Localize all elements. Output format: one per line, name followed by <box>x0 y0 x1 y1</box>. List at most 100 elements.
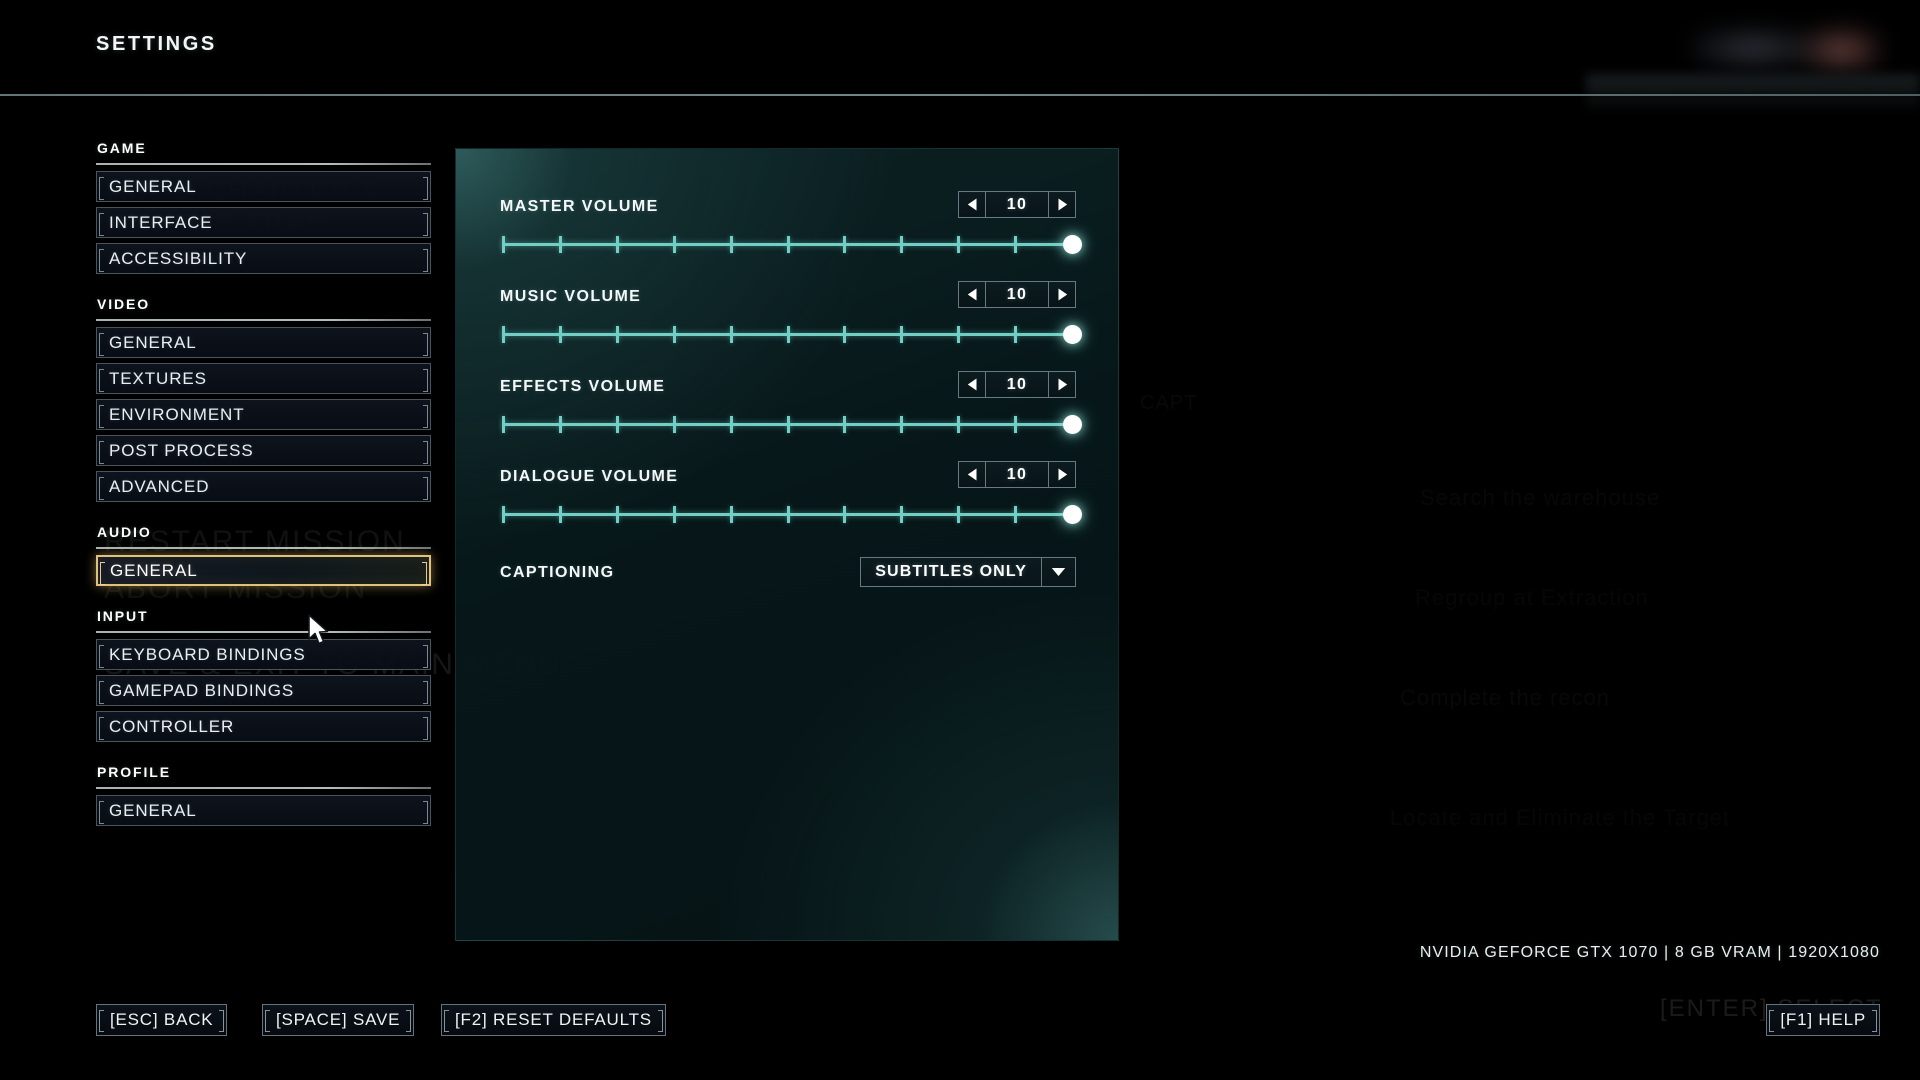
sidebar-item-video-textures[interactable]: TEXTURES <box>96 363 431 394</box>
slider-track[interactable] <box>500 321 1082 347</box>
captioning-row: CAPTIONING SUBTITLES ONLY <box>500 557 1076 589</box>
sidebar-group-audio: AUDIO GENERAL <box>96 524 431 586</box>
slider-tick <box>900 236 904 253</box>
footer-button-label: [ESC] BACK <box>110 1010 214 1029</box>
sidebar-item-label: GAMEPAD BINDINGS <box>109 680 295 700</box>
value-stepper: 10 <box>958 281 1076 308</box>
ghost-objective-4: Regroup at Extraction <box>1415 585 1649 611</box>
sidebar-group-divider <box>96 631 431 633</box>
slider-tick <box>729 326 733 343</box>
slider-tick <box>1014 236 1018 253</box>
ghost-objective-2: Complete the recon <box>1400 685 1610 711</box>
sidebar-item-label: ENVIRONMENT <box>109 404 245 424</box>
sidebar-item-game-general[interactable]: GENERAL <box>96 171 431 202</box>
slider-knob[interactable] <box>1063 415 1082 434</box>
sidebar-group-label: VIDEO <box>97 296 151 312</box>
footer-button-space-save[interactable]: [SPACE] SAVE <box>262 1004 415 1036</box>
sidebar-item-game-interface[interactable]: INTERFACE <box>96 207 431 238</box>
audio-settings-panel: MASTER VOLUME 10 MUSIC VOLUME 10 EFFECTS VOL… <box>455 148 1119 941</box>
slider-tick <box>786 416 790 433</box>
slider-tick <box>900 416 904 433</box>
stepper-decrement-left-arrow-icon[interactable] <box>958 191 986 218</box>
stepper-increment-right-arrow-icon[interactable] <box>1048 371 1076 398</box>
sidebar-group-divider <box>96 319 431 321</box>
sidebar-group-game: GAME GENERAL INTERFACE ACCESSIBILITY <box>96 140 431 274</box>
stepper-decrement-left-arrow-icon[interactable] <box>958 281 986 308</box>
slider-tick <box>843 506 847 523</box>
sidebar-item-label: KEYBOARD BINDINGS <box>109 644 306 664</box>
sidebar-item-video-advanced[interactable]: ADVANCED <box>96 471 431 502</box>
sidebar-item-video-post-process[interactable]: POST PROCESS <box>96 435 431 466</box>
slider-tick <box>1014 506 1018 523</box>
header: SETTINGS <box>0 0 1920 97</box>
slider-tick <box>957 416 961 433</box>
slider-label: DIALOGUE VOLUME <box>500 468 679 485</box>
stepper-increment-right-arrow-icon[interactable] <box>1048 191 1076 218</box>
slider-tick <box>672 506 676 523</box>
sidebar-group-video: VIDEO GENERAL TEXTURES ENVIRONMENT POST PROC… <box>96 296 431 502</box>
slider-tick <box>957 236 961 253</box>
chevron-down-icon[interactable] <box>1041 558 1075 586</box>
sidebar-item-input-controller[interactable]: CONTROLLER <box>96 711 431 742</box>
slider-track[interactable] <box>500 411 1082 437</box>
footer-button-f2-reset-defaults[interactable]: [F2] RESET DEFAULTS <box>441 1004 666 1036</box>
slider-tick <box>957 326 961 343</box>
footer-button-esc-back[interactable]: [ESC] BACK <box>96 1004 228 1036</box>
value-stepper: 10 <box>958 371 1076 398</box>
slider-track[interactable] <box>500 231 1082 257</box>
captioning-label: CAPTIONING <box>500 564 615 581</box>
page-title: SETTINGS <box>96 33 217 55</box>
stepper-decrement-left-arrow-icon[interactable] <box>958 371 986 398</box>
sidebar-item-game-accessibility[interactable]: ACCESSIBILITY <box>96 243 431 274</box>
sidebar-group-label: INPUT <box>97 608 149 624</box>
slider-tick <box>558 236 562 253</box>
sidebar-item-label: INTERFACE <box>109 212 213 232</box>
slider-header: EFFECTS VOLUME 10 <box>500 369 1076 405</box>
sidebar-item-video-environment[interactable]: ENVIRONMENT <box>96 399 431 430</box>
slider-tick <box>957 506 961 523</box>
slider-tick <box>502 506 505 523</box>
slider-track[interactable] <box>500 501 1082 527</box>
slider-tick <box>615 506 619 523</box>
header-divider <box>0 94 1920 96</box>
slider-tick <box>615 236 619 253</box>
footer-button-f1-help[interactable]: [F1] HELP <box>1766 1004 1880 1036</box>
value-stepper: 10 <box>958 461 1076 488</box>
sidebar-item-label: CONTROLLER <box>109 716 235 736</box>
sidebar-item-label: POST PROCESS <box>109 440 254 460</box>
captioning-dropdown[interactable]: SUBTITLES ONLY <box>860 557 1076 587</box>
settings-screen: ACT 1 CHAPTER 5 ON THE TRAIL RESTART MIS… <box>0 0 1920 1080</box>
sidebar-item-input-gamepad-bindings[interactable]: GAMEPAD BINDINGS <box>96 675 431 706</box>
captioning-dropdown-value: SUBTITLES ONLY <box>875 563 1027 580</box>
sidebar-item-input-keyboard-bindings[interactable]: KEYBOARD BINDINGS <box>96 639 431 670</box>
slider-tick <box>502 326 505 343</box>
slider-header: MASTER VOLUME 10 <box>500 189 1076 225</box>
stepper-increment-right-arrow-icon[interactable] <box>1048 461 1076 488</box>
sidebar-item-label: ADVANCED <box>109 476 210 496</box>
sidebar-item-label: GENERAL <box>109 176 197 196</box>
sidebar-item-audio-general[interactable]: GENERAL <box>96 555 431 586</box>
sidebar-group-divider <box>96 163 431 165</box>
stepper-value: 10 <box>986 281 1048 308</box>
sidebar-item-label: GENERAL <box>110 560 198 580</box>
sidebar-group-divider <box>96 547 431 549</box>
slider-header: MUSIC VOLUME 10 <box>500 279 1076 315</box>
slider-tick <box>1014 416 1018 433</box>
value-stepper: 10 <box>958 191 1076 218</box>
slider-tick <box>558 326 562 343</box>
panel-glow-bottom-right <box>978 800 1118 940</box>
stepper-decrement-left-arrow-icon[interactable] <box>958 461 986 488</box>
slider-row-music-volume: MUSIC VOLUME 10 <box>500 279 1082 347</box>
stepper-value: 10 <box>986 461 1048 488</box>
slider-knob[interactable] <box>1063 325 1082 344</box>
slider-tick <box>786 506 790 523</box>
slider-knob[interactable] <box>1063 505 1082 524</box>
slider-tick <box>843 416 847 433</box>
footer-button-label: [SPACE] SAVE <box>276 1010 401 1029</box>
slider-tick <box>729 416 733 433</box>
slider-knob[interactable] <box>1063 235 1082 254</box>
stepper-increment-right-arrow-icon[interactable] <box>1048 281 1076 308</box>
sidebar-item-video-general[interactable]: GENERAL <box>96 327 431 358</box>
sidebar-item-profile-general[interactable]: GENERAL <box>96 795 431 826</box>
slider-tick <box>786 236 790 253</box>
